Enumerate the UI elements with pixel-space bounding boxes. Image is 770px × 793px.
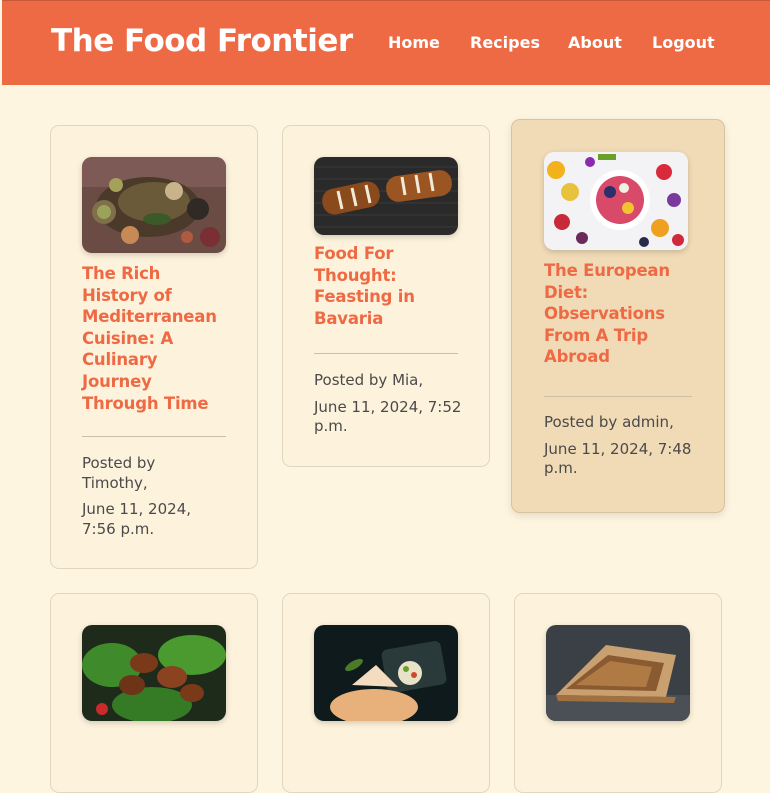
post-thumbnail-pretzel-buns[interactable]	[314, 157, 458, 235]
post-thumbnail-fruit-bowl[interactable]	[544, 152, 688, 250]
post-date: June 11, 2024, 7:56 p.m.	[82, 500, 191, 538]
post-card-flatbread[interactable]	[514, 593, 722, 793]
post-title-link[interactable]: The Rich History of Mediterranean Cuisin…	[82, 263, 230, 414]
card-divider	[544, 396, 692, 397]
nav-recipes-link[interactable]: Recipes	[470, 33, 540, 52]
post-card-falafel[interactable]	[50, 593, 258, 793]
post-card-mediterranean[interactable]: The Rich History of Mediterranean Cuisin…	[50, 125, 258, 569]
post-meta: Posted by Mia, June 11, 2024, 7:52 p.m.	[314, 371, 464, 437]
post-author: Posted by Mia,	[314, 371, 424, 389]
post-thumbnail-falafel-salad[interactable]	[82, 625, 226, 721]
card-divider	[82, 436, 226, 437]
nav-about-link[interactable]: About	[568, 33, 622, 52]
post-author: Posted by admin,	[544, 413, 674, 431]
post-thumbnail-dumplings[interactable]	[314, 625, 458, 721]
post-author: Posted by Timothy,	[82, 454, 156, 492]
post-date: June 11, 2024, 7:48 p.m.	[544, 439, 692, 478]
post-meta: Posted by Timothy, June 11, 2024, 7:56 p…	[82, 454, 212, 539]
site-header: The Food Frontier Home Recipes About Log…	[2, 0, 770, 85]
post-title-link[interactable]: The European Diet: Observations From A T…	[544, 260, 692, 368]
post-card-bavaria[interactable]: Food For Thought: Feasting in Bavaria Po…	[282, 125, 490, 467]
post-title-link[interactable]: Food For Thought: Feasting in Bavaria	[314, 243, 462, 329]
post-card-european-diet[interactable]: The European Diet: Observations From A T…	[511, 119, 725, 513]
site-brand-link[interactable]: The Food Frontier	[51, 23, 353, 59]
post-meta: Posted by admin, June 11, 2024, 7:48 p.m…	[544, 413, 694, 479]
nav-logout-link[interactable]: Logout	[652, 33, 715, 52]
post-date: June 11, 2024, 7:52 p.m.	[314, 397, 462, 436]
nav-home-link[interactable]: Home	[388, 33, 440, 52]
post-thumbnail-flatbread[interactable]	[546, 625, 690, 721]
card-divider	[314, 353, 458, 354]
post-card-dumplings[interactable]	[282, 593, 490, 793]
post-thumbnail-mediterranean-platter[interactable]	[82, 157, 226, 253]
